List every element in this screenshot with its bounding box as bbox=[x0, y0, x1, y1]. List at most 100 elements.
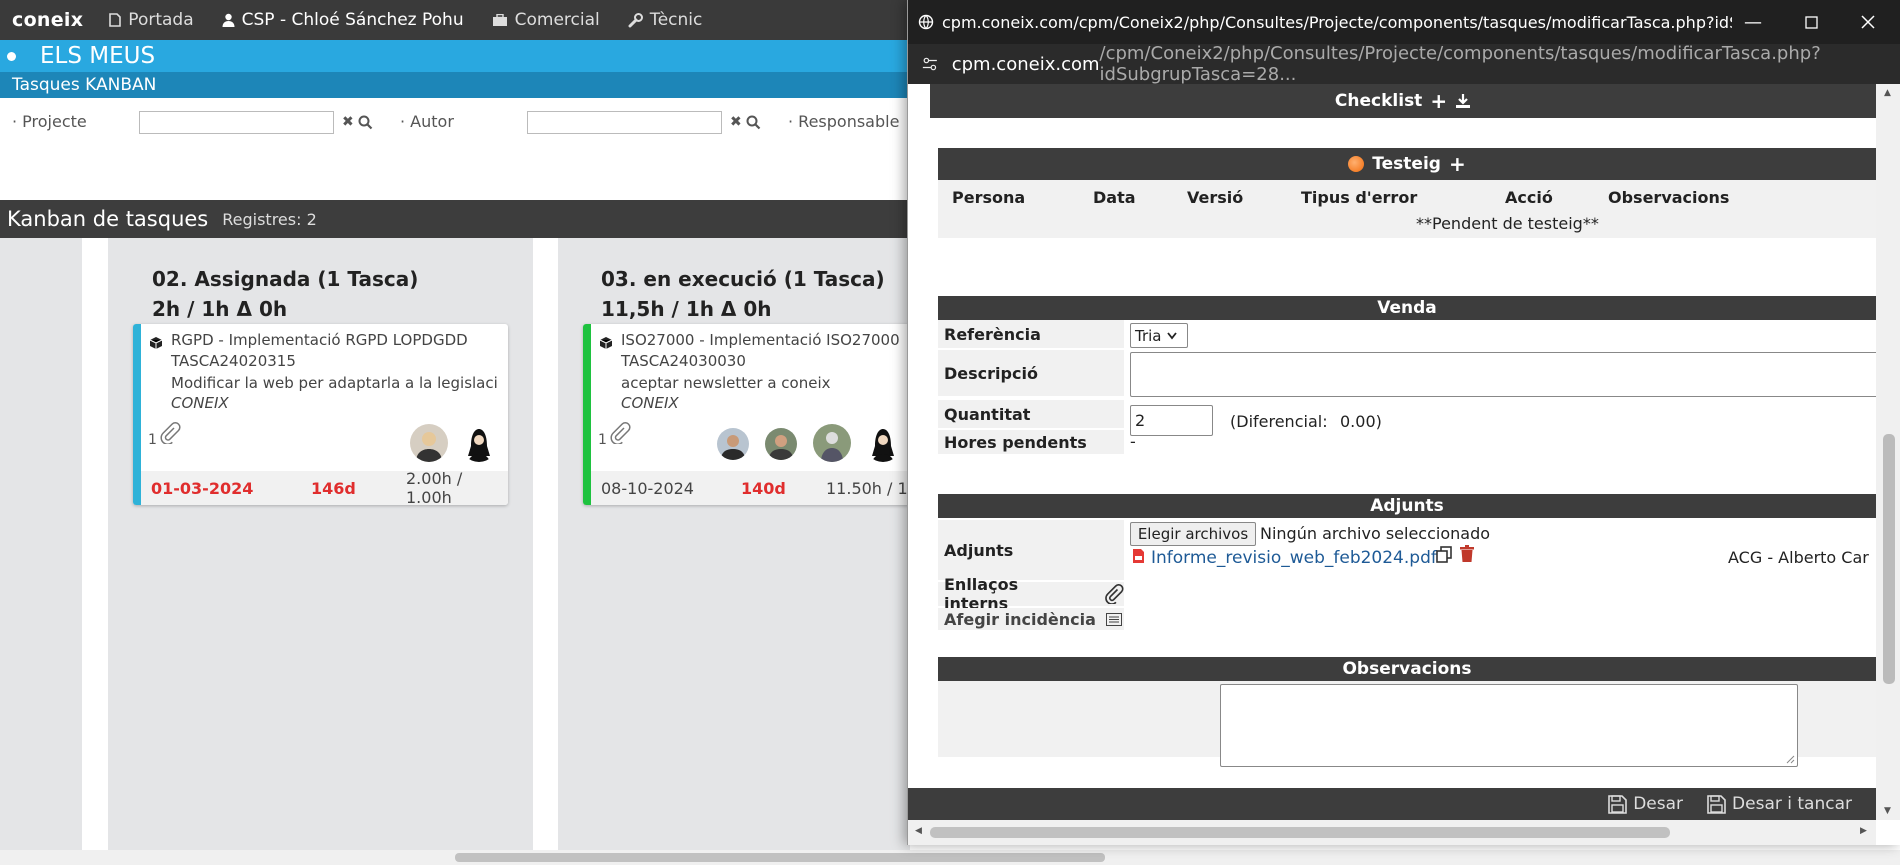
close-button[interactable] bbox=[1838, 0, 1898, 44]
scrollbar-thumb[interactable] bbox=[1883, 434, 1895, 684]
maximize-button[interactable] bbox=[1781, 0, 1841, 44]
add-icon[interactable]: + bbox=[1449, 152, 1466, 176]
address-host: cpm.coneix.com bbox=[951, 53, 1100, 75]
section-title[interactable]: ELS MEUS bbox=[40, 43, 155, 69]
resize-handle-icon[interactable] bbox=[1786, 755, 1795, 764]
site-settings-icon[interactable] bbox=[922, 56, 938, 72]
add-icon[interactable]: + bbox=[1430, 89, 1447, 113]
column-title: 03. en execució (1 Tasca) bbox=[601, 267, 885, 291]
brand-logo[interactable]: coneix bbox=[0, 9, 95, 31]
testeig-empty-message: **Pendent de testeig** bbox=[1416, 214, 1599, 233]
task-card[interactable]: RGPD - Implementació RGPD LOPDGDD TASCA2… bbox=[133, 324, 508, 505]
popup-content: Checklist + Testeig + Persona Data Versi… bbox=[908, 84, 1876, 788]
list-icon[interactable] bbox=[1105, 612, 1122, 626]
choose-files-button[interactable]: Elegir archivos bbox=[1130, 522, 1256, 546]
testeig-header: Testeig + bbox=[938, 148, 1876, 180]
popup-horizontal-scrollbar[interactable]: ◀ ▶ bbox=[908, 820, 1876, 845]
column-title: 02. Assignada (1 Tasca) bbox=[152, 267, 419, 291]
quantitat-label: Quantitat bbox=[938, 400, 1124, 428]
referencia-select[interactable]: Tria bbox=[1130, 323, 1188, 348]
paperclip-icon[interactable] bbox=[609, 422, 631, 444]
card-days: 146d bbox=[311, 478, 356, 498]
referencia-selected: Tria bbox=[1135, 326, 1162, 345]
avatar[interactable] bbox=[813, 424, 851, 462]
clear-icon[interactable]: ✖ bbox=[342, 114, 354, 130]
paperclip-icon[interactable] bbox=[1104, 584, 1124, 604]
attachment-uploader: ACG - Alberto Car bbox=[1728, 548, 1869, 567]
adjunts-label: Adjunts bbox=[938, 520, 1124, 580]
download-icon[interactable] bbox=[1455, 93, 1471, 109]
avatar[interactable] bbox=[864, 424, 902, 462]
hores-pendents-value: - bbox=[1130, 432, 1136, 451]
diferencial-value: 0.00) bbox=[1340, 412, 1382, 431]
avatar[interactable] bbox=[410, 424, 448, 462]
pdf-file-icon bbox=[1133, 549, 1144, 563]
card-days: 140d bbox=[741, 478, 786, 498]
nav-item-comercial[interactable]: Comercial bbox=[478, 10, 614, 30]
scrollbar-thumb[interactable] bbox=[930, 827, 1670, 838]
nav-label: Comercial bbox=[514, 10, 600, 30]
testeig-title: Testeig bbox=[1372, 154, 1441, 174]
kanban-title: Kanban de tasques bbox=[7, 207, 209, 231]
scroll-up-icon[interactable]: ▲ bbox=[1884, 88, 1891, 98]
cube-icon bbox=[149, 337, 163, 349]
search-icon[interactable] bbox=[746, 115, 761, 130]
avatar[interactable] bbox=[460, 424, 498, 462]
minimize-button[interactable]: — bbox=[1723, 0, 1783, 44]
card-code: TASCA24020315 bbox=[171, 352, 296, 370]
projecte-filter-input[interactable] bbox=[139, 111, 334, 134]
projecte-filter-actions: ✖ bbox=[342, 114, 373, 130]
chevron-down-icon bbox=[1167, 331, 1178, 339]
afegir-incidencia-label[interactable]: Afegir incidència bbox=[938, 608, 1124, 630]
user-icon bbox=[222, 13, 235, 27]
diferencial-label: (Diferencial: bbox=[1230, 412, 1328, 431]
popup-vertical-scrollbar[interactable]: ▲ ▼ bbox=[1876, 84, 1900, 820]
save-icon bbox=[1608, 794, 1628, 814]
nav-label: Portada bbox=[128, 10, 194, 30]
popup-titlebar: cpm.coneix.com/cpm/Coneix2/php/Consultes… bbox=[908, 0, 1900, 44]
no-file-selected-text: Ningún archivo seleccionado bbox=[1260, 524, 1491, 543]
trash-icon[interactable] bbox=[1460, 545, 1474, 562]
desar-label: Desar bbox=[1633, 794, 1684, 814]
close-icon bbox=[1861, 15, 1875, 29]
nav-item-portada[interactable]: Portada bbox=[95, 10, 207, 30]
quantitat-input[interactable]: 2 bbox=[1130, 405, 1213, 436]
desar-i-tancar-button[interactable]: Desar i tancar bbox=[1707, 794, 1852, 814]
wrench-icon bbox=[628, 12, 643, 27]
enllacos-interns-label: Enllaços interns bbox=[938, 575, 1124, 613]
autor-filter-input[interactable] bbox=[527, 111, 722, 134]
globe-icon bbox=[918, 14, 934, 30]
scroll-down-icon[interactable]: ▼ bbox=[1884, 806, 1891, 816]
task-card[interactable]: ISO27000 - Implementació ISO27000 TASCA2… bbox=[583, 324, 910, 505]
status-circle-icon bbox=[1348, 156, 1365, 172]
card-status-stripe bbox=[583, 324, 591, 505]
search-icon[interactable] bbox=[358, 115, 373, 130]
copy-icon[interactable] bbox=[1436, 546, 1453, 563]
avatar[interactable] bbox=[765, 428, 797, 460]
briefcase-icon bbox=[492, 13, 507, 26]
nav-label: Tècnic bbox=[649, 10, 703, 30]
venda-title: Venda bbox=[1377, 298, 1437, 318]
subsection-title: Tasques KANBAN bbox=[0, 72, 910, 98]
scrollbar-thumb[interactable] bbox=[455, 853, 1105, 862]
desar-button[interactable]: Desar bbox=[1608, 794, 1683, 814]
card-code: TASCA24030030 bbox=[621, 352, 746, 370]
nav-item-tecnic[interactable]: Tècnic bbox=[614, 10, 717, 30]
clear-icon[interactable]: ✖ bbox=[730, 114, 742, 130]
card-client: CONEIX bbox=[171, 394, 229, 412]
nav-item-user[interactable]: CSP - Chloé Sánchez Pohu bbox=[208, 10, 478, 30]
descripcio-input[interactable] bbox=[1130, 352, 1876, 397]
attachment-link[interactable]: Informe_revisio_web_feb2024.pdf bbox=[1151, 548, 1437, 568]
hores-pendents-label: Hores pendents bbox=[938, 430, 1124, 454]
th-tipus-error: Tipus d'error bbox=[1301, 188, 1418, 207]
save-icon bbox=[1707, 794, 1726, 814]
observacions-textarea[interactable] bbox=[1220, 684, 1798, 767]
scroll-right-icon[interactable]: ▶ bbox=[1860, 826, 1867, 836]
avatar[interactable] bbox=[717, 428, 749, 460]
maximize-icon bbox=[1804, 15, 1818, 29]
paperclip-icon[interactable] bbox=[159, 422, 181, 444]
adjunts-title: Adjunts bbox=[1370, 496, 1444, 516]
address-bar[interactable]: cpm.coneix.com/cpm/Coneix2/php/Consultes… bbox=[908, 43, 1900, 85]
page-horizontal-scrollbar[interactable] bbox=[0, 850, 1900, 865]
scroll-left-icon[interactable]: ◀ bbox=[915, 826, 922, 836]
